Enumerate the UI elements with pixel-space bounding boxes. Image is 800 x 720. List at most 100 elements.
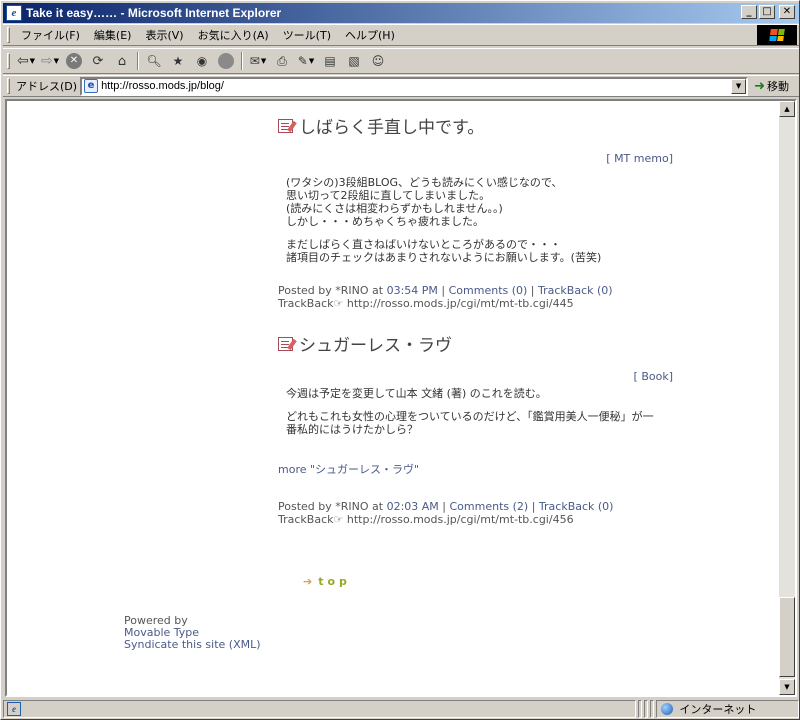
window-title: Take it easy…… - Microsoft Internet Expl… [26,6,282,20]
back-icon: ⇦ [16,53,29,69]
search-button[interactable]: 🔍︎ [144,51,164,71]
minimize-button[interactable]: _ [741,5,757,19]
blog-entry: しばらく手直し中です。 [ MT memo] (ワタシの)3段組BLOG、どうも… [278,113,673,310]
discuss-icon: ▤ [324,54,336,68]
media-button[interactable]: ◉ [192,51,212,71]
address-label: アドレス(D) [16,80,78,93]
stop-icon: ✕ [66,53,82,69]
favorites-icon: ★ [172,54,184,68]
page-content: しばらく手直し中です。 [ MT memo] (ワタシの)3段組BLOG、どうも… [7,101,779,695]
forward-icon: ⇨ [40,53,53,69]
trackback-url: http://rosso.mods.jp/cgi/mt/mt-tb.cgi/44… [346,297,574,310]
discuss-button[interactable]: ▤ [320,51,340,71]
ie-icon: e [6,5,22,21]
menu-file[interactable]: ファイル(F) [14,27,87,43]
stop-button[interactable]: ✕ [64,51,84,71]
comments-link[interactable]: Comments (0) [449,284,528,297]
toolbar-separator [241,52,243,70]
status-panel [638,700,643,718]
menu-edit[interactable]: 編集(E) [87,27,139,43]
print-button[interactable]: ⎙ [272,51,292,71]
globe-icon [661,703,674,715]
home-button[interactable]: ⌂ [112,51,132,71]
address-dropdown-button[interactable]: ▼ [731,78,747,94]
menu-bar: ファイル(F) 編集(E) 表示(V) お気に入り(A) ツール(T) ヘルプ(… [3,24,799,46]
print-icon: ⎙ [277,53,287,68]
page-viewport: しばらく手直し中です。 [ MT memo] (ワタシの)3段組BLOG、どうも… [5,99,797,697]
back-button[interactable]: ⇦ ▼ [16,51,36,71]
menu-tools[interactable]: ツール(T) [276,27,338,43]
status-text-panel: e [3,700,637,718]
favorites-button[interactable]: ★ [168,51,188,71]
trackback-label: TrackBack☞ [278,297,344,310]
trackback-row: TrackBack☞ http://rosso.mods.jp/cgi/mt/m… [278,297,673,310]
address-grip[interactable] [7,78,10,94]
entry-paragraph: 今週は予定を変更して山本 文緒 (著) のこれを読む。 [286,387,547,400]
history-button[interactable] [216,51,236,71]
research-button[interactable]: ▧ [344,51,364,71]
footer: Powered by Movable Type Syndicate this s… [124,615,261,651]
trackback-label: TrackBack☞ [278,513,344,526]
memo-icon [278,118,293,133]
entry-title: しばらく手直し中です。 [299,118,485,138]
windows-logo [757,25,797,45]
standard-toolbar: ⇦ ▼ ⇨ ▼ ✕ ⟳ ⌂ 🔍︎ ★ ◉ ✉ ▼ ⎙ ✎ ▼ ▤ ▧ ☺ [3,48,799,74]
trackback-link[interactable]: TrackBack (0) [539,500,614,513]
entry-meta: Posted by *RINO at 02:03 AM | Comments (… [278,500,614,513]
address-input[interactable]: e http://rosso.mods.jp/blog/ ▼ [80,76,749,96]
back-to-top-link[interactable]: ➔ top [303,575,351,588]
memo-icon [278,336,293,351]
scroll-thumb[interactable] [779,597,795,677]
entry-title-row: しばらく手直し中です。 [278,113,673,138]
posted-by: Posted by *RINO at [278,500,384,513]
address-url[interactable]: http://rosso.mods.jp/blog/ [101,80,224,92]
trackback-row: TrackBack☞ http://rosso.mods.jp/cgi/mt/m… [278,513,673,526]
toolbar-separator [137,52,139,70]
entry-category[interactable]: [ Book] [278,370,673,383]
top-label: top [318,575,351,588]
menu-grip[interactable] [7,27,10,43]
zone-label: インターネット [679,703,757,716]
menu-favorites[interactable]: お気に入り(A) [191,27,276,43]
page-icon: e [84,79,99,93]
entry-title-row: シュガーレス・ラヴ [278,331,673,356]
posted-by: Posted by *RINO at [278,284,384,297]
status-panel [644,700,649,718]
go-arrow-icon: ➜ [754,78,765,94]
go-label: 移動 [766,80,789,93]
more-link[interactable]: more "シュガーレス・ラヴ" [278,461,673,477]
syndicate-link[interactable]: Syndicate this site (XML) [124,639,261,651]
browser-window: e Take it easy…… - Microsoft Internet Ex… [0,0,800,720]
title-bar: e Take it easy…… - Microsoft Internet Ex… [3,3,799,23]
edit-icon: ✎ [297,54,308,68]
entry-time-link[interactable]: 02:03 AM [387,500,439,513]
scroll-up-button[interactable]: ▲ [779,101,795,117]
entry-time-link[interactable]: 03:54 PM [387,284,438,297]
search-icon: 🔍︎ [146,54,162,68]
toolbar-grip[interactable] [7,53,10,69]
menu-view[interactable]: 表示(V) [138,27,190,43]
trackback-url: http://rosso.mods.jp/cgi/mt/mt-tb.cgi/45… [346,513,574,526]
refresh-button[interactable]: ⟳ [88,51,108,71]
close-button[interactable]: ✕ [779,5,795,19]
scroll-down-button[interactable]: ▼ [779,679,795,695]
go-button[interactable]: ➜ 移動 [754,78,789,94]
forward-button[interactable]: ⇨ ▼ [40,51,60,71]
menu-help[interactable]: ヘルプ(H) [338,27,402,43]
window-controls: _ □ ✕ [739,5,795,19]
entry-meta: Posted by *RINO at 03:54 PM | Comments (… [278,284,613,297]
mail-button[interactable]: ✉ ▼ [248,51,268,71]
entry-paragraph: どれもこれも女性の心理をついているのだけど、「鑑賞用美人一便秘」が一 番私的には… [286,410,654,436]
edit-button[interactable]: ✎ ▼ [296,51,316,71]
address-bar: アドレス(D) e http://rosso.mods.jp/blog/ ▼ ➜… [3,75,799,97]
research-icon: ▧ [348,54,360,68]
arrow-icon: ➔ [303,575,313,588]
messenger-button[interactable]: ☺ [368,51,388,71]
blog-entry: シュガーレス・ラヴ [ Book] 今週は予定を変更して山本 文緒 (著) のこ… [278,331,673,526]
comments-link[interactable]: Comments (2) [450,500,529,513]
maximize-button[interactable]: □ [759,5,775,19]
trackback-link[interactable]: TrackBack (0) [538,284,613,297]
media-icon: ◉ [196,54,208,68]
vertical-scrollbar[interactable]: ▲ ▼ [779,101,795,695]
entry-category[interactable]: [ MT memo] [278,152,673,165]
